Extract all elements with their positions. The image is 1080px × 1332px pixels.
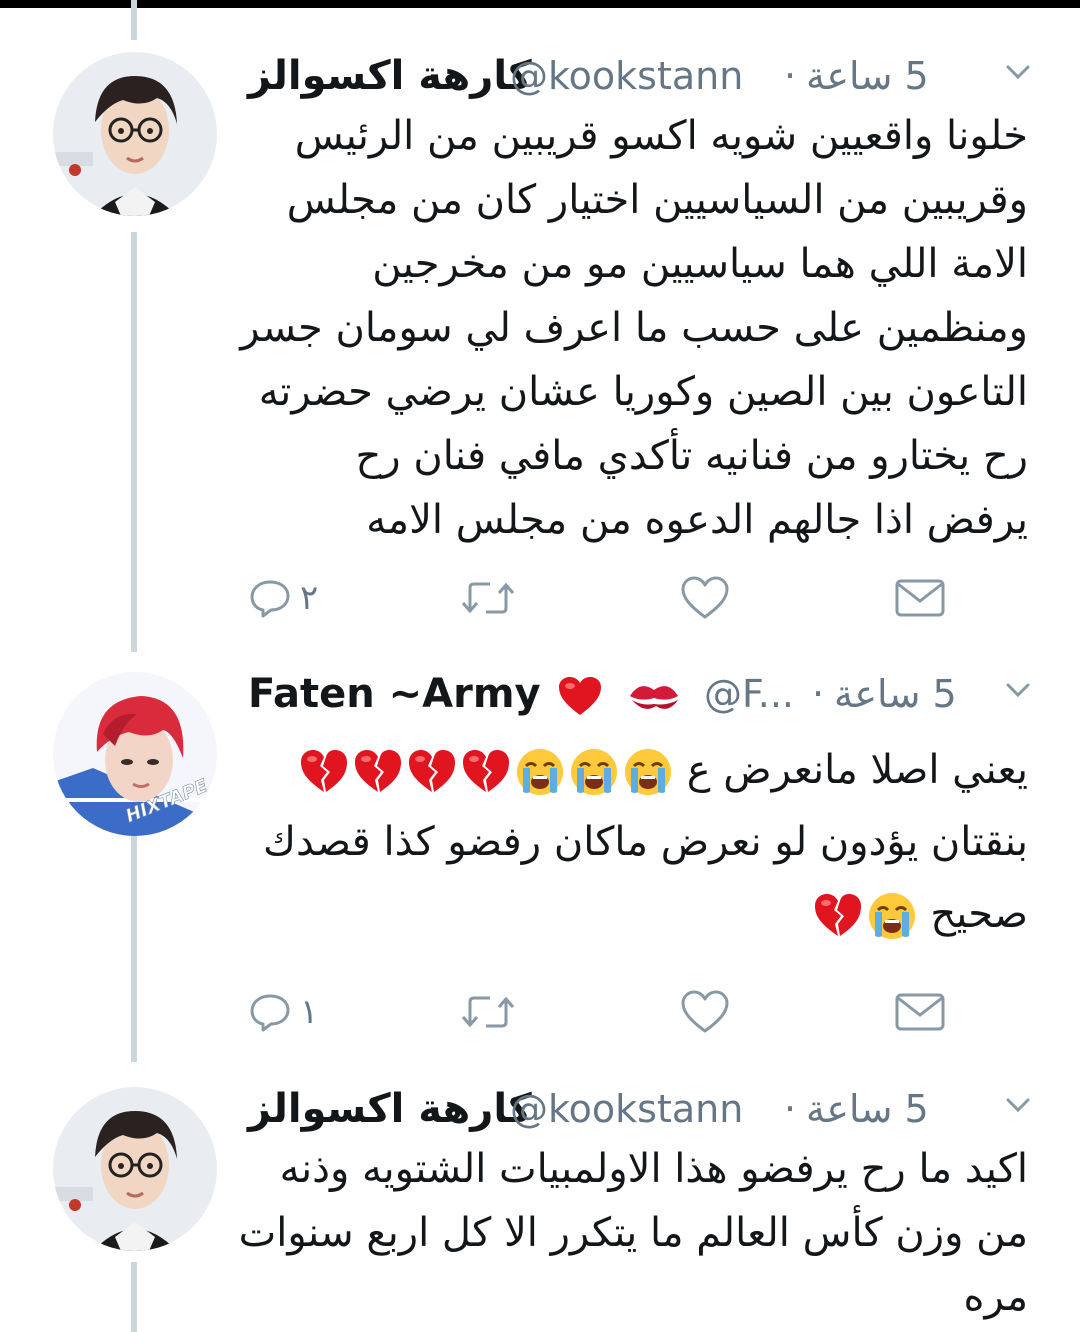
emoji-row <box>298 746 674 798</box>
heart-icon <box>681 990 729 1033</box>
reply-count: ١ <box>300 992 319 1032</box>
tweet-line: بنقتان يؤدون لو نعرض ماكان رفضو كذا قصدك <box>262 819 1028 865</box>
timestamp[interactable]: 5 ساعة <box>806 1081 929 1137</box>
avatar-red-hair: HIXTAPE <box>53 672 217 836</box>
tweet-line: خلونا واقعيين شويه اكسو قريبين من الرئيس <box>294 113 1028 159</box>
avatar-boy-glasses <box>53 52 217 216</box>
heart-icon <box>681 576 729 619</box>
crying-face-emoji <box>517 749 563 795</box>
tweet-line: يرفض اذا جالهم الدعوه من مجلس الامه <box>366 497 1028 543</box>
tweet-text: اكيد ما رح يرفضو هذا الاولمبيات الشتويه … <box>238 1137 1028 1329</box>
handle[interactable]: @kookstann <box>510 48 743 104</box>
tweet-text: خلونا واقعيين شويه اكسو قريبين من الرئيس… <box>238 104 1028 552</box>
action-bar: ١ <box>248 984 1028 1040</box>
tweet-header: كارهة اكسوالز @kookstann · 5 ساعة <box>248 48 1048 104</box>
avatar-boy-glasses <box>53 1087 217 1251</box>
tweet-text: يعني اصلا مانعرض ع بنقتان يؤدون لو نعرض … <box>238 734 1028 950</box>
red-heart-emoji <box>558 677 601 715</box>
tweet-line: يعني اصلا مانعرض ع <box>238 734 1028 806</box>
tweet[interactable]: HIXTAPE Faten ~Army @F... · 5 ساعة يعني … <box>0 650 1080 1055</box>
dm-button[interactable] <box>894 570 946 626</box>
tweet-line-text: صحيح <box>930 891 1028 937</box>
reply-button[interactable]: ١ <box>248 984 318 1040</box>
tweet-line: الامة اللي هما سياسيين مو من مخرجين <box>372 241 1028 287</box>
tweet-line: رح يختارو من فنانيه تأكدي مافي فنان رح <box>355 433 1028 479</box>
chevron-down-icon[interactable] <box>1002 1089 1034 1121</box>
crying-face-emoji <box>571 749 617 795</box>
tweet-line: ومنظمين على حسب ما اعرف لي سومان جسر <box>240 305 1028 351</box>
tweet-header: كارهة اكسوالز @kookstann · 5 ساعة <box>248 1081 1048 1137</box>
reply-count: ٢ <box>300 578 319 618</box>
display-name[interactable]: كارهة اكسوالز <box>248 48 532 104</box>
broken-heart-emoji <box>463 750 509 792</box>
timestamp[interactable]: 5 ساعة <box>834 666 957 722</box>
tweet-line: وقريبين من السياسيين اختيار كان من مجلس <box>286 177 1028 223</box>
reply-icon <box>250 580 290 618</box>
timestamp[interactable]: 5 ساعة <box>806 48 929 104</box>
broken-heart-emoji <box>814 894 861 936</box>
reply-button[interactable]: ٢ <box>248 570 318 626</box>
display-name[interactable]: Faten ~Army <box>248 666 682 722</box>
tweet-line: مره <box>963 1274 1028 1320</box>
retweet-icon <box>461 996 515 1028</box>
tweet-line: التاعون بين الصين وكوريا عشان يرضي حضرته <box>258 369 1028 415</box>
like-button[interactable] <box>680 984 730 1040</box>
display-name[interactable]: كارهة اكسوالز <box>248 1081 532 1137</box>
tweet-header: Faten ~Army @F... · 5 ساعة <box>248 666 1048 722</box>
broken-heart-emoji <box>409 750 455 792</box>
envelope-icon <box>895 993 945 1031</box>
like-button[interactable] <box>680 570 730 626</box>
dm-button[interactable] <box>894 984 946 1040</box>
crying-face-emoji <box>868 893 915 939</box>
tweet-line: اكيد ما رح يرفضو هذا الاولمبيات الشتويه … <box>279 1146 1028 1192</box>
chevron-down-icon[interactable] <box>1002 674 1034 706</box>
emoji-row <box>812 890 918 942</box>
retweet-icon <box>461 582 515 614</box>
broken-heart-emoji <box>355 750 401 792</box>
retweet-button[interactable] <box>460 984 516 1040</box>
crying-face-emoji <box>625 749 671 795</box>
tweet[interactable]: كارهة اكسوالز @kookstann · 5 ساعة اكيد م… <box>0 1065 1080 1332</box>
handle[interactable]: @kookstann <box>510 1081 743 1137</box>
broken-heart-emoji <box>301 750 347 792</box>
tweet-line: من وزن كأس العالم ما يتكرر الا كل اربع س… <box>238 1210 1028 1256</box>
avatar[interactable] <box>53 1087 217 1251</box>
separator-dot: · <box>812 672 825 716</box>
avatar[interactable]: HIXTAPE <box>53 672 217 836</box>
separator-dot: · <box>784 54 797 98</box>
handle[interactable]: @F... <box>704 666 794 722</box>
kiss-mark-emoji <box>630 686 679 709</box>
separator-dot: · <box>784 1087 797 1131</box>
retweet-button[interactable] <box>460 570 516 626</box>
action-bar: ٢ <box>248 570 1028 626</box>
tweet-line: صحيح <box>238 878 1028 950</box>
reply-icon <box>250 994 290 1032</box>
avatar[interactable] <box>53 52 217 216</box>
display-name-text: Faten ~Army <box>248 671 541 717</box>
tweet[interactable]: كارهة اكسوالز @kookstann · 5 ساعة خلونا … <box>0 0 1080 640</box>
tweet-line-text: يعني اصلا مانعرض ع <box>686 747 1028 793</box>
envelope-icon <box>895 579 945 617</box>
chevron-down-icon[interactable] <box>1002 56 1034 88</box>
